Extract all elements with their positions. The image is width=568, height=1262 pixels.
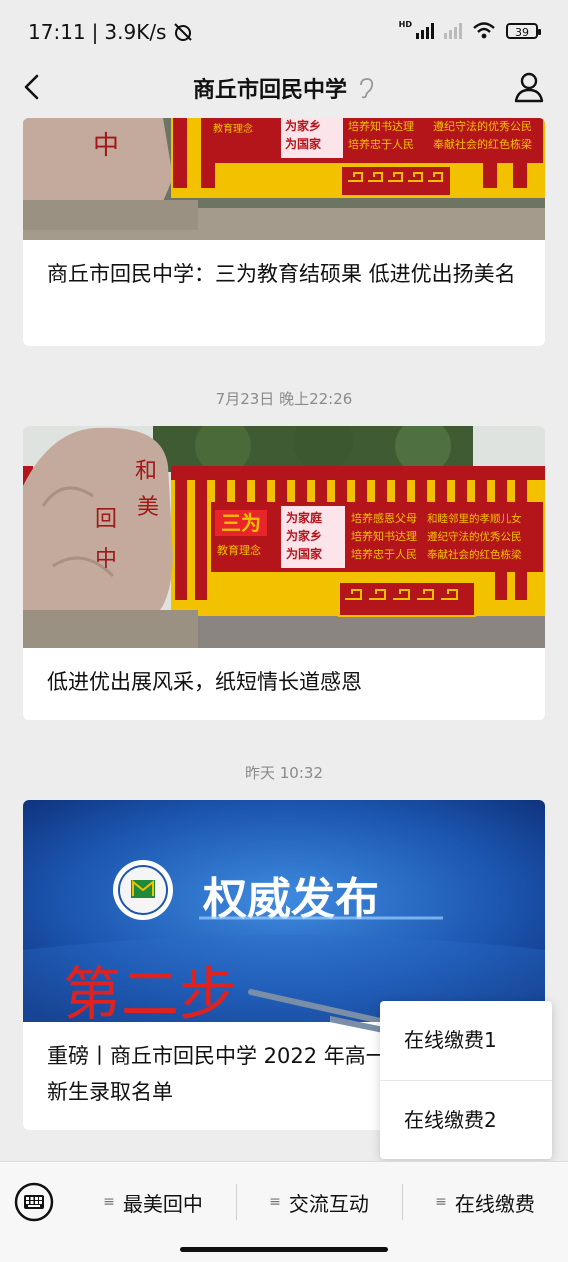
article-1-title[interactable]: 商丘市回民中学：三为教育结硕果 低进优出扬美名	[23, 240, 545, 308]
signal-icon	[416, 23, 434, 39]
status-separator: |	[91, 20, 99, 44]
img2-col1-2: 培养知书达理	[351, 529, 417, 543]
img-col1-2: 培养知书达理	[348, 119, 414, 133]
menu-tab-zuimei[interactable]: ≡ 最美回中	[70, 1162, 236, 1242]
menu-lines-icon: ≡	[103, 1194, 115, 1210]
menu-tab-zaixian-jiaofei[interactable]: ≡ 在线缴费	[402, 1162, 568, 1242]
menu-lines-icon: ≡	[435, 1194, 447, 1210]
keyboard-icon[interactable]	[14, 1182, 54, 1222]
stone-char-he: 和	[135, 459, 157, 484]
stone-char-zhong-1: 中	[93, 131, 119, 161]
timestamp-1: 7月23日 晚上22:26	[215, 390, 353, 408]
menu-tab-label-2: 交流互动	[288, 1191, 369, 1216]
article-3-image: 权威发布 第二步	[23, 800, 545, 1022]
article-2-image: 三为 教育理念 为家庭 为家乡 为国家 培养感恩父母 培养知书达理 培养忠于人民…	[23, 426, 545, 648]
nav-bar: 商丘市回民中学	[0, 60, 568, 116]
stone-char-zhong: 中	[95, 547, 117, 572]
img2-weijia-1: 为家庭	[286, 510, 322, 525]
annotation-step-two: 第二步	[63, 960, 237, 1022]
img2-weijia-3: 为国家	[286, 546, 323, 561]
page-title: 商丘市回民中学	[0, 72, 568, 104]
img2-col2-1: 和睦邻里的孝顺儿女	[427, 512, 522, 525]
profile-icon[interactable]	[512, 70, 546, 104]
menu-tab-jiaoliu[interactable]: ≡ 交流互动	[236, 1162, 402, 1242]
img-concept-1: 教育理念	[213, 122, 253, 135]
stone-char-mei: 美	[137, 495, 159, 520]
img2-weijia-2: 为家乡	[286, 528, 322, 543]
img-weijia-3: 为国家	[285, 136, 322, 151]
img2-col1-1: 培养感恩父母	[351, 511, 417, 525]
hd-label: HD	[398, 19, 412, 29]
signal-2-icon	[444, 23, 462, 39]
menu-item-online-payment-2[interactable]: 在线缴费2	[380, 1081, 552, 1160]
img-col1-3: 培养忠于人民	[348, 137, 414, 151]
network-speed: 3.9K/s	[104, 20, 167, 44]
article-card-2[interactable]: 三为 教育理念 为家庭 为家乡 为国家 培养感恩父母 培养知书达理 培养忠于人民…	[23, 426, 545, 720]
menu-lines-icon: ≡	[269, 1194, 281, 1210]
article-card-1[interactable]: 中 教育理念 为家乡 为国家 培养知书达理 培养忠于人民 遵纪守法的优秀公民 奉…	[23, 118, 545, 346]
status-bar: 17:11 | 3.9K/s HD 39	[0, 0, 568, 64]
menu-tab-label-3: 在线缴费	[454, 1191, 535, 1216]
home-indicator[interactable]	[180, 1247, 388, 1252]
img-col2-2: 遵纪守法的优秀公民	[433, 119, 532, 133]
img-sanwei: 三为	[221, 511, 261, 535]
page-title-text: 商丘市回民中学	[192, 78, 347, 103]
wifi-icon	[473, 22, 495, 39]
status-time: 17:11	[28, 20, 86, 44]
img-weijia-2: 为家乡	[285, 118, 321, 133]
img2-col2-2: 遵纪守法的优秀公民	[427, 530, 522, 543]
article-2-title[interactable]: 低进优出展风采，纸短情长道感恩	[23, 648, 545, 716]
img2-col2-3: 奉献社会的红色栋梁	[427, 548, 522, 561]
img2-col1-3: 培养忠于人民	[351, 547, 417, 561]
menu-tab-label-1: 最美回中	[122, 1191, 203, 1216]
timestamp-2: 昨天 10:32	[245, 764, 323, 782]
article-1-image: 中 教育理念 为家乡 为国家 培养知书达理 培养忠于人民 遵纪守法的优秀公民 奉…	[23, 118, 545, 240]
battery-icon: 39	[506, 23, 541, 39]
alarm-off-icon	[174, 23, 193, 41]
online-payment-popup: 在线缴费1 在线缴费2	[380, 1001, 552, 1159]
menu-item-online-payment-1[interactable]: 在线缴费1	[380, 1001, 552, 1080]
img-concept-2: 教育理念	[217, 543, 261, 557]
ear-icon[interactable]	[357, 77, 375, 99]
img-col2-3: 奉献社会的红色栋梁	[433, 137, 532, 151]
stone-char-hui: 回	[95, 507, 117, 532]
